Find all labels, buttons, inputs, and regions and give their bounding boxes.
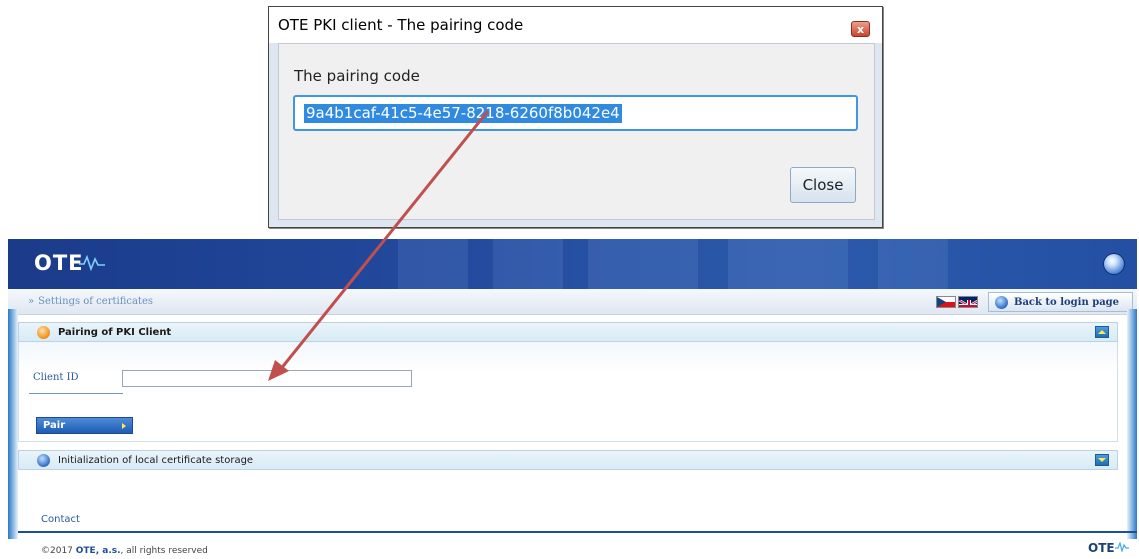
footer-wave-icon xyxy=(1114,541,1129,554)
pair-button[interactable]: Pair xyxy=(36,417,133,434)
orange-ball-icon xyxy=(37,325,50,339)
close-icon[interactable]: x xyxy=(851,21,870,37)
contact-link[interactable]: Contact xyxy=(41,514,80,525)
language-flags xyxy=(936,296,978,308)
close-button[interactable]: Close xyxy=(790,167,856,203)
globe-ball-icon xyxy=(995,295,1008,309)
ote-logo: OTE xyxy=(34,251,84,275)
panel-pairing-body: Client ID Pair xyxy=(18,342,1118,442)
right-side-glow xyxy=(1127,309,1137,539)
panel-pairing-title: Pairing of PKI Client xyxy=(58,326,172,338)
pair-button-label: Pair xyxy=(43,420,66,431)
panel-pairing-header[interactable]: Pairing of PKI Client xyxy=(18,322,1118,342)
copyright: ©2017 OTE, a.s., all rights reserved xyxy=(41,546,208,556)
dialog-body: The pairing code 9a4b1caf-41c5-4e57-8218… xyxy=(278,43,875,220)
copyright-suffix: , all rights reserved xyxy=(120,546,208,556)
dialog-title: OTE PKI client - The pairing code xyxy=(278,16,524,34)
czech-flag-icon[interactable] xyxy=(936,296,956,308)
footer-logo-text: OTE xyxy=(1088,541,1115,555)
back-to-login-label: Back to login page xyxy=(1014,296,1120,308)
left-side-glow xyxy=(8,309,18,539)
label-underline xyxy=(29,393,123,394)
breadcrumb: » Settings of certificates xyxy=(28,296,153,307)
breadcrumb-label: Settings of certificates xyxy=(38,296,153,307)
logo-wave-icon xyxy=(79,255,105,271)
pairing-code-label: The pairing code xyxy=(294,67,420,85)
web-app: OTE » Settings of certificates Back to l… xyxy=(8,239,1137,559)
panel-init-header[interactable]: Initialization of local certificate stor… xyxy=(18,450,1118,470)
pairing-code-value[interactable]: 9a4b1caf-41c5-4e57-8218-6260f8b042e4 xyxy=(304,104,622,123)
footer-logo: OTE xyxy=(1088,541,1129,555)
breadcrumb-chevron-icon: » xyxy=(28,296,35,307)
breadcrumb-bar: » Settings of certificates Back to login … xyxy=(8,289,1137,315)
copyright-company[interactable]: OTE, a.s. xyxy=(76,546,121,556)
panel-init-title: Initialization of local certificate stor… xyxy=(58,454,254,466)
pairing-code-field[interactable]: 9a4b1caf-41c5-4e57-8218-6260f8b042e4 xyxy=(293,95,858,131)
expand-down-icon[interactable] xyxy=(1095,454,1109,466)
arrow-right-icon xyxy=(122,422,126,429)
collapse-up-icon[interactable] xyxy=(1095,326,1109,338)
back-to-login-button[interactable]: Back to login page xyxy=(988,292,1133,312)
app-header: OTE xyxy=(8,239,1137,289)
header-watermark xyxy=(398,239,958,289)
globe-icon[interactable] xyxy=(1103,253,1125,275)
pairing-code-dialog: OTE PKI client - The pairing code x The … xyxy=(268,6,883,228)
blue-ball-icon xyxy=(37,453,50,467)
client-id-label: Client ID xyxy=(33,372,79,383)
uk-flag-icon[interactable] xyxy=(958,296,978,308)
dialog-titlebar[interactable]: OTE PKI client - The pairing code x xyxy=(269,7,882,43)
copyright-prefix: ©2017 xyxy=(41,546,76,556)
footer-divider xyxy=(18,531,1137,533)
client-id-input[interactable] xyxy=(122,370,412,387)
